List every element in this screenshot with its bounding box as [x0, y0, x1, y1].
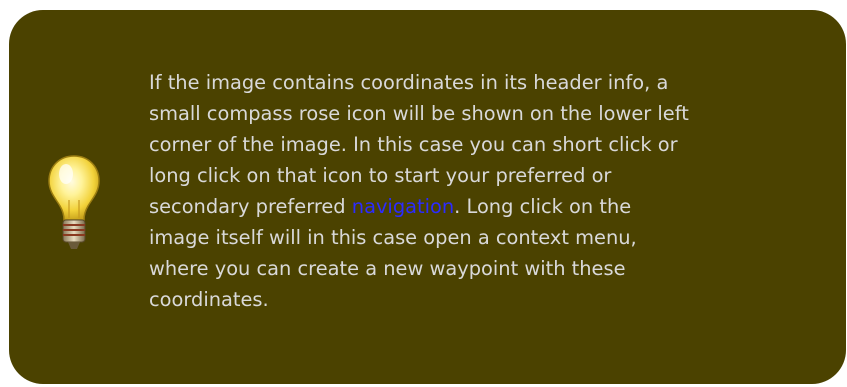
navigation-link[interactable]: navigation — [352, 195, 454, 218]
tip-text: If the image contains coordinates in its… — [149, 67, 809, 315]
lightbulb-icon — [47, 154, 101, 252]
tip-box: If the image contains coordinates in its… — [9, 10, 846, 384]
